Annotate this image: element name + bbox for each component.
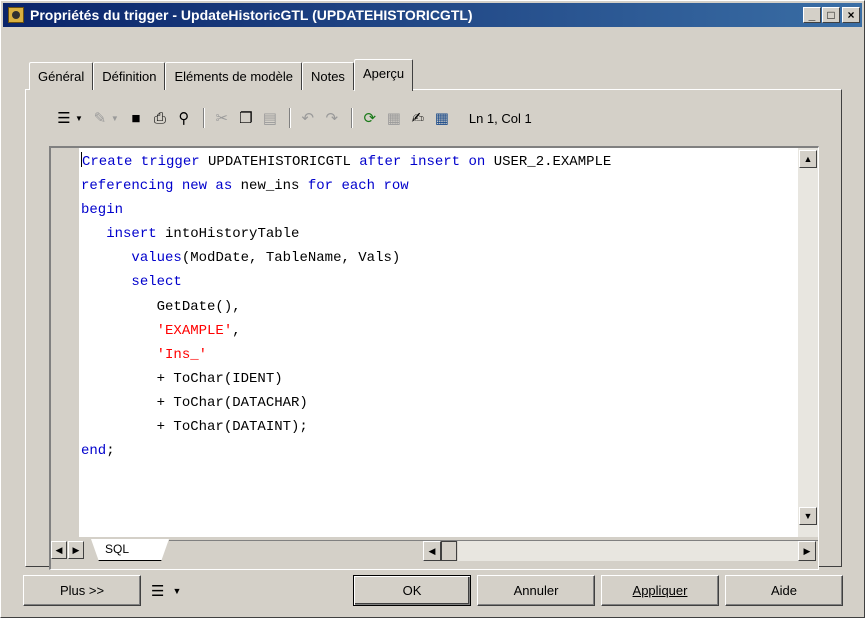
editor-menu-icon[interactable]: ☰ bbox=[53, 107, 75, 129]
help-button[interactable]: Aide bbox=[725, 575, 843, 606]
code-line: 'Ins_' bbox=[156, 346, 208, 363]
options-icon[interactable]: ▦ bbox=[383, 107, 405, 129]
tab-preview[interactable]: Aperçu bbox=[353, 59, 414, 91]
scroll-up-icon[interactable]: ▲ bbox=[799, 150, 817, 168]
scroll-thumb[interactable] bbox=[441, 541, 457, 561]
chevron-down-icon: ▼ bbox=[172, 585, 182, 596]
print-icon[interactable]: ⎙ bbox=[149, 107, 171, 129]
properties-dialog: Propriétés du trigger - UpdateHistoricGT… bbox=[0, 0, 865, 618]
code-line: + ToChar(IDENT) bbox=[81, 370, 283, 387]
code-line: Create trigger UPDATEHISTORICGTL after i… bbox=[81, 152, 612, 170]
preview-toolbar: ☰ ▼ ✎ ▼ ■ ⎙ ⚲ ✂ ❐ ▤ ↶ ↷ ⟳ ▦ ✍ ▦ Ln 1, Co… bbox=[53, 105, 532, 131]
undo-icon[interactable]: ↶ bbox=[297, 107, 319, 129]
tab-model-elements[interactable]: Eléments de modèle bbox=[165, 62, 302, 90]
code-area[interactable]: Create trigger UPDATEHISTORICGTL after i… bbox=[79, 148, 798, 537]
code-line: GetDate(), bbox=[81, 298, 241, 315]
tab-strip: Général Définition Eléments de modèle No… bbox=[29, 58, 414, 91]
code-line: begin bbox=[81, 202, 124, 219]
sheet-tab-sql[interactable]: SQL bbox=[91, 539, 169, 561]
save-icon[interactable]: ■ bbox=[125, 107, 147, 129]
preview-icon[interactable]: ▦ bbox=[431, 107, 453, 129]
code-line: values(ModDate, TableName, Vals) bbox=[131, 250, 401, 267]
properties-icon[interactable]: ✎ bbox=[89, 107, 111, 129]
tab-definition[interactable]: Définition bbox=[93, 62, 166, 90]
code-line: + ToChar(DATAINT); bbox=[81, 419, 308, 436]
code-editor[interactable]: Create trigger UPDATEHISTORICGTL after i… bbox=[49, 146, 819, 570]
properties-dropdown-icon[interactable]: ▼ bbox=[111, 114, 119, 123]
title-bar[interactable]: Propriétés du trigger - UpdateHistoricGT… bbox=[3, 3, 862, 27]
code-line: end; bbox=[81, 443, 115, 460]
tab-general[interactable]: Général bbox=[29, 62, 94, 90]
code-line: referencing new as new_ins for each row bbox=[81, 178, 409, 195]
editor-menu-dropdown-icon[interactable]: ▼ bbox=[75, 114, 83, 123]
horizontal-scrollbar[interactable]: ◀ ▶ bbox=[423, 541, 816, 561]
sheet-next-icon[interactable]: ▶ bbox=[68, 541, 84, 559]
find-icon[interactable]: ⚲ bbox=[173, 107, 195, 129]
redo-icon[interactable]: ↷ bbox=[321, 107, 343, 129]
sheet-bar: ◀ ▶ SQL ◀ ▶ bbox=[51, 537, 818, 569]
scroll-left-icon[interactable]: ◀ bbox=[423, 541, 441, 561]
cut-icon[interactable]: ✂ bbox=[211, 107, 233, 129]
scroll-track[interactable] bbox=[458, 541, 798, 561]
cursor-position: Ln 1, Col 1 bbox=[468, 110, 532, 126]
trigger-properties-icon bbox=[8, 7, 24, 23]
close-button[interactable]: × bbox=[842, 7, 860, 23]
sheet-prev-icon[interactable]: ◀ bbox=[51, 541, 67, 559]
ok-button[interactable]: OK bbox=[353, 575, 471, 606]
window-title: Propriétés du trigger - UpdateHistoricGT… bbox=[30, 7, 473, 23]
paste-icon[interactable]: ▤ bbox=[259, 107, 281, 129]
apply-button[interactable]: Appliquer bbox=[601, 575, 719, 606]
scroll-right-icon[interactable]: ▶ bbox=[798, 541, 816, 561]
code-line: + ToChar(DATACHAR) bbox=[81, 394, 308, 411]
editor-gutter bbox=[51, 148, 79, 537]
code-line: insert intoHistoryTable bbox=[106, 226, 300, 243]
dialog-menu-button[interactable]: ☰ ▼ bbox=[151, 575, 211, 606]
maximize-button[interactable]: □ bbox=[822, 7, 840, 23]
code-line: 'EXAMPLE', bbox=[156, 322, 241, 339]
menu-list-icon: ☰ bbox=[151, 582, 165, 600]
more-button[interactable]: Plus >> bbox=[23, 575, 141, 606]
copy-icon[interactable]: ❐ bbox=[235, 107, 257, 129]
tab-notes[interactable]: Notes bbox=[301, 62, 354, 90]
minimize-button[interactable]: _ bbox=[803, 7, 821, 23]
code-line: select bbox=[131, 274, 182, 291]
scroll-down-icon[interactable]: ▼ bbox=[799, 507, 817, 525]
edit-icon[interactable]: ✍ bbox=[407, 107, 429, 129]
vertical-scrollbar[interactable]: ▲ ▼ bbox=[798, 148, 818, 537]
cancel-button[interactable]: Annuler bbox=[477, 575, 595, 606]
refresh-icon[interactable]: ⟳ bbox=[359, 107, 381, 129]
